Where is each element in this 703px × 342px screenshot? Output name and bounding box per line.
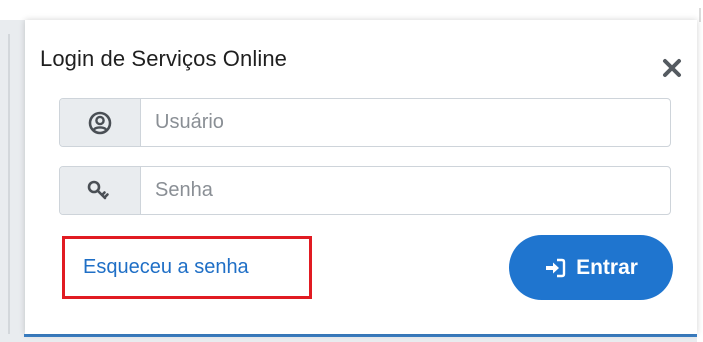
key-icon	[87, 180, 109, 199]
username-input[interactable]	[141, 99, 670, 146]
login-button-label: Entrar	[576, 255, 638, 279]
login-popup: Login de Serviços Online Esqueceu a senh…	[25, 20, 697, 334]
password-input[interactable]	[141, 167, 670, 214]
forgot-password-link[interactable]: Esqueceu a senha	[83, 256, 249, 279]
close-icon[interactable]	[661, 57, 683, 79]
page-backdrop-right	[697, 0, 703, 342]
username-addon	[60, 99, 141, 146]
page-backdrop-left	[0, 20, 25, 342]
password-addon	[60, 167, 141, 214]
page-backdrop-top	[0, 0, 703, 20]
popup-title: Login de Serviços Online	[40, 46, 287, 71]
page-backdrop-tick	[699, 8, 701, 22]
user-circle-icon	[88, 111, 112, 134]
page-backdrop-divider	[8, 34, 10, 334]
login-button[interactable]: Entrar	[509, 235, 673, 300]
password-input-group	[59, 166, 671, 215]
page-backdrop-accent-bar	[24, 334, 703, 337]
username-input-group	[59, 98, 671, 147]
sign-in-icon	[546, 258, 566, 277]
